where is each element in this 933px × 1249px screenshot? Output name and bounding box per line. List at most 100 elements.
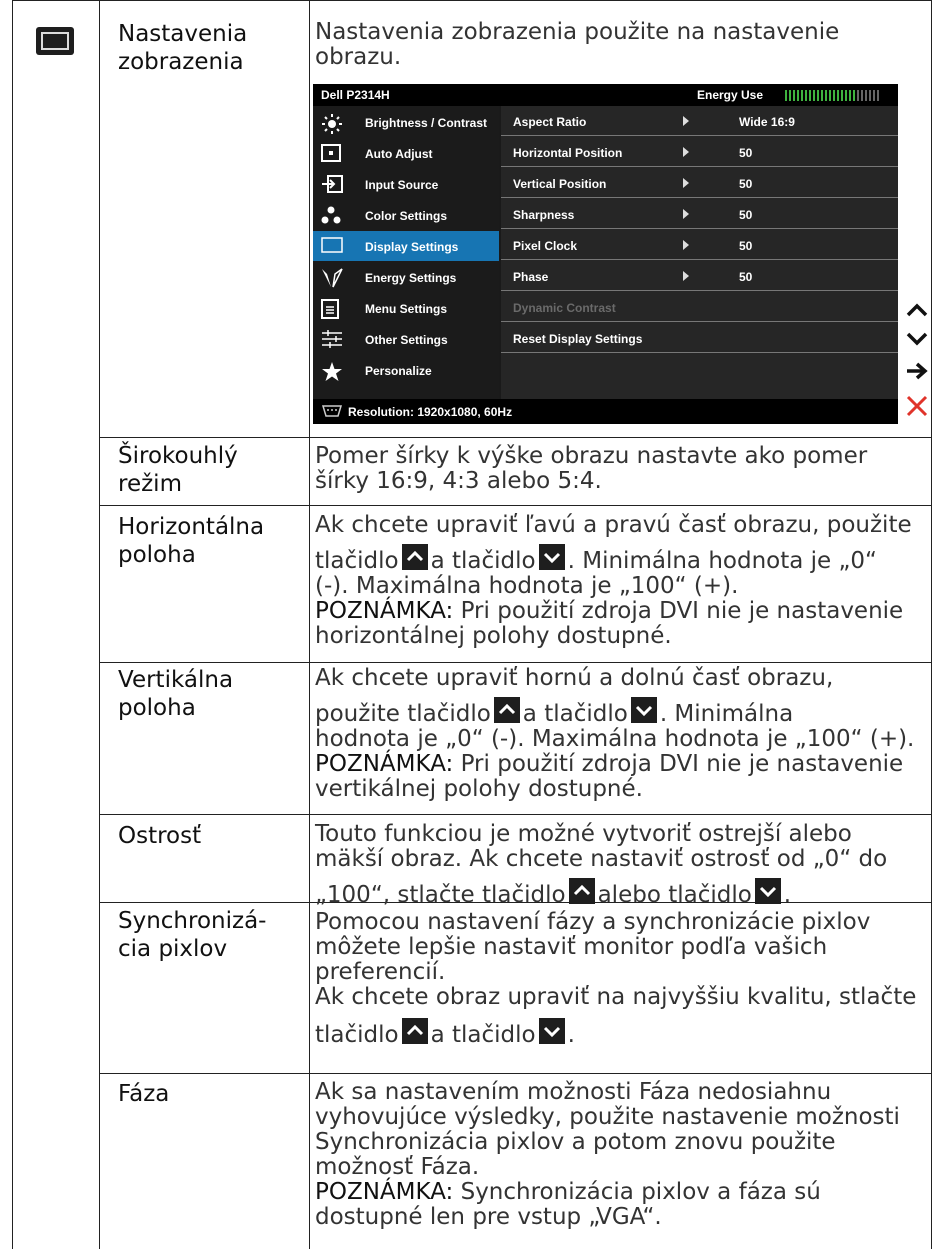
osd-menu-item: Menu Settings [313, 293, 499, 323]
energy-bar-segment [797, 90, 799, 101]
down-button-icon [538, 1018, 565, 1044]
arrow-right-icon [683, 116, 689, 126]
osd-menu-label: Input Source [365, 178, 439, 192]
osd-menu-label: Personalize [365, 364, 432, 378]
down-button-icon [754, 878, 781, 904]
energy-bar-segment [793, 90, 795, 101]
down-icon[interactable] [905, 329, 929, 349]
row-desc-horizontal-position: Ak chcete upraviť ľavú a pravú časť obra… [315, 512, 912, 649]
osd-setting-row: Pixel Clock 50 [501, 230, 898, 260]
osd-menu-label: Display Settings [365, 240, 459, 254]
osd-resolution: Resolution: 1920x1080, 60Hz [348, 405, 513, 419]
display-settings-icon [36, 27, 74, 55]
arrow-right-icon [683, 147, 689, 157]
osd-setting-row: Aspect Ratio Wide 16:9 [501, 106, 898, 136]
osd-title-bar: Dell P2314H Energy Use [313, 84, 898, 106]
osd-setting-value: 50 [739, 146, 753, 160]
energy-bar-segment [809, 90, 811, 101]
other-settings-icon [321, 330, 342, 348]
up-button-icon [493, 697, 520, 723]
osd-menu-label: Menu Settings [365, 302, 448, 316]
osd-menu-item: Other Settings [313, 324, 499, 354]
row-label-pixel-clock: Synchronizá- cia pixlov [118, 908, 267, 962]
enter-icon[interactable] [905, 361, 929, 381]
row-desc-pixel-clock: Pomocou nastavení fázy a synchronizácie … [315, 909, 917, 1048]
osd-setting-row: Reset Display Settings [501, 323, 898, 353]
up-button-icon [401, 544, 428, 570]
osd-menu-screenshot: Dell P2314H Energy Use Brightness / Cont… [313, 84, 898, 424]
arrow-right-icon [683, 240, 689, 250]
auto-adjust-icon [321, 144, 341, 162]
row-divider [100, 814, 932, 815]
energy-bar-segment [857, 90, 859, 101]
input-source-icon [321, 175, 343, 193]
row-desc-display-settings: Nastavenia zobrazenia použite na nastave… [315, 19, 840, 70]
osd-setting-name: Aspect Ratio [513, 115, 587, 129]
row-divider [100, 505, 932, 506]
osd-setting-name: Phase [513, 270, 549, 284]
energy-meter-icon [785, 90, 879, 101]
arrow-right-icon [683, 178, 689, 188]
table-border-left [12, 0, 13, 1249]
row-label-display-settings: Nastavenia zobrazenia [118, 21, 248, 75]
energy-bar-segment [821, 90, 823, 101]
energy-settings-icon [321, 268, 343, 288]
osd-setting-value: 50 [739, 208, 753, 222]
osd-menu-item: Auto Adjust [313, 138, 499, 168]
display-settings-icon [321, 237, 343, 255]
energy-bar-segment [849, 90, 851, 101]
energy-bar-segment [841, 90, 843, 101]
up-button-icon [401, 1018, 428, 1044]
osd-setting-value: 50 [739, 270, 753, 284]
row-divider [100, 1073, 932, 1074]
osd-energy-label: Energy Use [697, 88, 764, 102]
row-label-phase: Fáza [118, 1081, 170, 1107]
energy-bar-segment [817, 90, 819, 101]
energy-bar-segment [837, 90, 839, 101]
brightness-icon [321, 113, 342, 134]
osd-settings-list: Aspect Ratio Wide 16:9 Horizontal Position… [501, 106, 898, 399]
table-border-top [12, 0, 932, 1]
energy-bar-segment [861, 90, 863, 101]
up-icon[interactable] [905, 300, 929, 320]
osd-menu-item: Input Source [313, 169, 499, 199]
row-label-horizontal-position: Horizontálna poloha [118, 514, 265, 568]
energy-bar-segment [789, 90, 791, 101]
row-label-sharpness: Ostrosť [118, 823, 202, 849]
osd-setting-value: 50 [739, 239, 753, 253]
energy-bar-segment [805, 90, 807, 101]
energy-bar-segment [865, 90, 867, 101]
energy-bar-segment [853, 90, 855, 101]
osd-setting-name: Dynamic Contrast [513, 301, 616, 315]
osd-menu-label: Color Settings [365, 209, 448, 223]
osd-setting-name: Reset Display Settings [513, 332, 643, 346]
osd-model-name: Dell P2314H [321, 88, 390, 102]
energy-bar-segment [825, 90, 827, 101]
osd-setting-row: Vertical Position 50 [501, 168, 898, 198]
osd-menu-item: Display Settings [313, 231, 499, 261]
osd-menu-item: Personalize [313, 355, 499, 385]
energy-bar-segment [877, 90, 879, 101]
table-border-right [931, 0, 932, 1249]
osd-menu-list: Brightness / Contrast Auto Adjust Input So… [313, 106, 499, 399]
row-desc-phase: Ak sa nastavením možnosti Fáza nedosiahn… [315, 1079, 900, 1230]
osd-menu-label: Energy Settings [365, 271, 457, 285]
energy-bar-segment [829, 90, 831, 101]
menu-settings-icon [321, 299, 339, 319]
vga-connector-icon [321, 405, 343, 417]
close-icon[interactable] [905, 394, 929, 418]
energy-bar-segment [813, 90, 815, 101]
row-label-widescreen: Širokouhlý režim [118, 443, 238, 497]
energy-bar-segment [873, 90, 875, 101]
osd-setting-row: Dynamic Contrast [501, 292, 898, 322]
row-divider [100, 662, 932, 663]
row-divider [100, 437, 932, 438]
osd-menu-item: Brightness / Contrast [313, 107, 499, 137]
osd-setting-value: 50 [739, 177, 753, 191]
row-desc-sharpness: Touto funkciou je možné vytvoriť ostrejš… [315, 821, 888, 908]
osd-setting-row: Phase 50 [501, 261, 898, 291]
table-border-label-col [309, 0, 310, 1249]
row-label-vertical-position: Vertikálna poloha [118, 667, 234, 721]
star-icon [321, 361, 342, 381]
energy-bar-segment [869, 90, 871, 101]
